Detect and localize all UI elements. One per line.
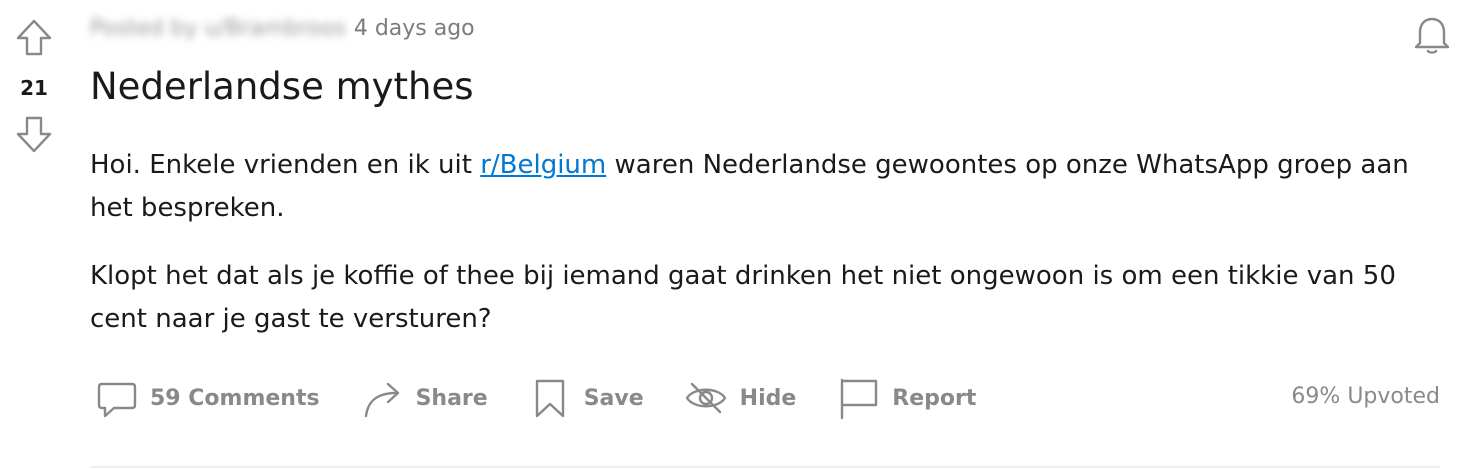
comments-button[interactable]: 59 Comments (94, 376, 320, 420)
post-paragraph: Hoi. Enkele vrienden en ik uit r/Belgium… (90, 144, 1435, 230)
downvote-button[interactable] (14, 114, 54, 154)
post-timestamp[interactable]: 4 days ago (354, 16, 475, 41)
divider (90, 466, 1440, 468)
post-meta: Posted by u/Brambroos 4 days ago (90, 16, 475, 41)
post-text: Hoi. Enkele vrienden en ik uit (90, 150, 481, 180)
hide-button[interactable]: Hide (684, 376, 797, 420)
comment-icon (94, 376, 138, 420)
posted-by-user[interactable]: Posted by u/Brambroos (90, 16, 346, 41)
share-icon (360, 376, 404, 420)
post-paragraph: Klopt het dat als je koffie of thee bij … (90, 261, 1396, 334)
upvote-button[interactable] (14, 18, 54, 58)
post-actions: 59 Comments Share Save Hide Report (94, 372, 1016, 424)
flag-icon (836, 376, 880, 420)
notification-button[interactable] (1410, 12, 1454, 56)
save-label: Save (583, 385, 644, 411)
post-title[interactable]: Nederlandse mythes (90, 64, 474, 110)
report-label: Report (892, 385, 977, 411)
bell-icon (1410, 12, 1454, 56)
upvote-ratio: 69% Upvoted (1291, 384, 1440, 409)
share-button[interactable]: Share (360, 376, 488, 420)
bookmark-icon (528, 376, 572, 420)
eye-slash-icon (684, 376, 728, 420)
share-label: Share (415, 385, 488, 411)
vote-column: 21 (0, 0, 68, 470)
subreddit-link[interactable]: r/Belgium (480, 150, 606, 180)
save-button[interactable]: Save (528, 376, 644, 420)
comments-label: 59 Comments (150, 385, 320, 411)
arrow-down-icon (14, 114, 54, 154)
vote-score: 21 (20, 76, 48, 100)
hide-label: Hide (739, 385, 797, 411)
report-button[interactable]: Report (836, 376, 976, 420)
arrow-up-icon (14, 18, 54, 58)
post-body: Hoi. Enkele vrienden en ik uit r/Belgium… (90, 144, 1435, 366)
